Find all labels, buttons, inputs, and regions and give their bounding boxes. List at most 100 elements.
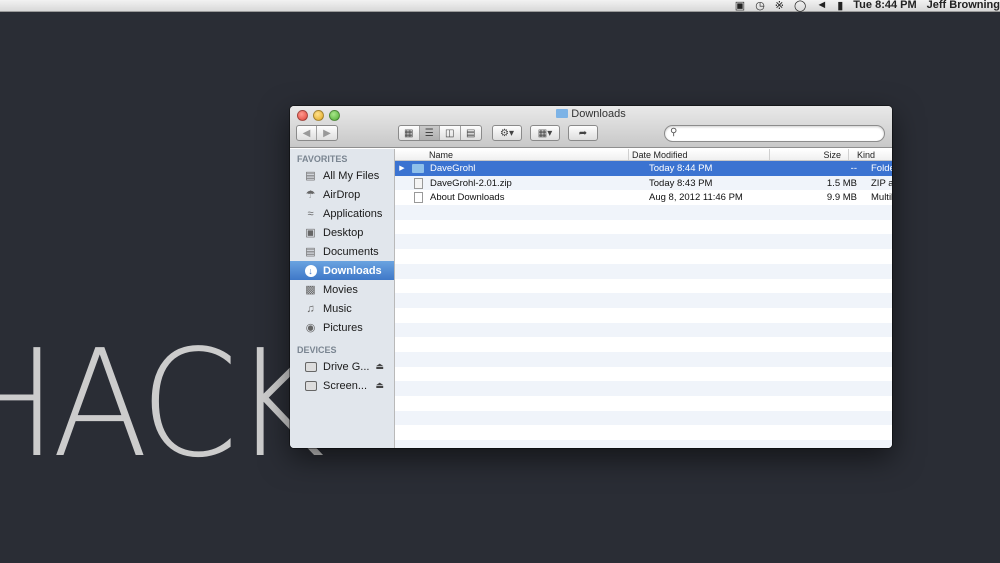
sidebar-item-screen[interactable]: Screen... ⏏ [290, 376, 394, 395]
search-field[interactable]: ⚲ [664, 125, 885, 142]
cover-flow-icon: ▤ [466, 127, 476, 139]
empty-row [395, 263, 892, 279]
file-name: DaveGrohl [430, 162, 476, 174]
view-mode-control: ▦ ☰ ◫ ▤ [398, 125, 482, 141]
file-name-cell: About Downloads [409, 192, 643, 204]
sidebar-devices-header: DEVICES [297, 345, 337, 355]
finder-window: Downloads ◀ ▶ ▦ ☰ ◫ ▤ ⚙▾ ▦▾ ➦ ⚲ FAVORITE… [290, 106, 892, 448]
menu-user[interactable]: Jeff Browning [927, 0, 1000, 11]
empty-row [395, 396, 892, 411]
file-row[interactable]: ▶ DaveGrohl Today 8:44 PM -- Folder [395, 161, 892, 176]
column-view-button[interactable]: ◫ [440, 126, 461, 140]
file-row[interactable]: DaveGrohl-2.01.zip Today 8:43 PM 1.5 MB … [395, 175, 892, 191]
empty-row [395, 425, 892, 440]
window-title-text: Downloads [571, 108, 626, 120]
movies-icon: ▩ [305, 284, 316, 296]
sidebar-item-airdrop[interactable]: ☂ AirDrop [290, 185, 394, 204]
file-size: -- [850, 162, 857, 174]
sidebar-item-label: Downloads [323, 264, 382, 277]
empty-row [395, 381, 892, 396]
empty-row [395, 410, 892, 426]
column-date-header[interactable]: Date Modified [629, 149, 770, 160]
document-icon [412, 192, 424, 204]
sidebar-item-movies[interactable]: ▩ Movies [290, 280, 394, 299]
file-name: About Downloads [430, 192, 505, 204]
sidebar-item-applications[interactable]: ≈ Applications [290, 204, 394, 223]
sidebar-item-label: Screen... [323, 379, 368, 392]
sidebar-item-desktop[interactable]: ▣ Desktop [290, 223, 394, 242]
column-header: Name Date Modified Size Kind [395, 149, 892, 161]
bluetooth-icon[interactable]: ※ [775, 0, 784, 12]
downloads-icon: ↓ [304, 264, 317, 277]
empty-row [395, 293, 892, 308]
file-kind: ZIP arch [871, 177, 892, 189]
music-icon: ♫ [306, 302, 315, 315]
icon-view-button[interactable]: ▦ [399, 126, 420, 140]
sidebar-item-pictures[interactable]: ◉ Pictures [290, 318, 394, 337]
sidebar-item-label: Movies [323, 283, 358, 296]
empty-row [395, 351, 892, 367]
volume-icon[interactable]: ◄ [816, 0, 827, 11]
desktop-icon: ▣ [305, 227, 316, 239]
battery-icon[interactable]: ▮ [837, 0, 843, 12]
menu-clock[interactable]: Tue 8:44 PM [853, 0, 916, 11]
applications-icon: ≈ [307, 207, 314, 220]
back-button[interactable]: ◀ [297, 126, 317, 140]
sidebar-item-label: AirDrop [323, 188, 361, 201]
sidebar-item-documents[interactable]: ▤ Documents [290, 242, 394, 261]
eject-icon[interactable]: ⏏ [375, 380, 384, 391]
window-title: Downloads [290, 108, 892, 120]
share-icon: ➦ [578, 127, 588, 139]
time-machine-icon[interactable]: ◷ [755, 0, 765, 12]
sidebar-item-all-my-files[interactable]: ▤ All My Files [290, 166, 394, 185]
back-forward-control: ◀ ▶ [296, 125, 338, 141]
sidebar-item-downloads[interactable]: ↓ Downloads [290, 261, 394, 280]
list-view-button[interactable]: ☰ [419, 126, 440, 140]
empty-row [395, 220, 892, 235]
menu-bar: ▣ ◷ ※ ◯ ◄ ▮ Tue 8:44 PM Jeff Browning [0, 0, 1000, 12]
empty-row [395, 205, 892, 220]
file-row[interactable]: About Downloads Aug 8, 2012 11:46 PM 9.9… [395, 190, 892, 205]
file-rows: ▶ DaveGrohl Today 8:44 PM -- Folder Dave… [395, 161, 892, 448]
file-list: Name Date Modified Size Kind ▶ DaveGrohl… [395, 149, 892, 448]
share-button[interactable]: ➦ [568, 125, 598, 141]
all-files-icon: ▤ [305, 170, 316, 182]
sidebar-favorites-header: FAVORITES [297, 154, 348, 164]
file-size: 1.5 MB [826, 177, 857, 189]
menu-bar-status-area: ▣ ◷ ※ ◯ ◄ ▮ Tue 8:44 PM Jeff Browning [735, 0, 1000, 12]
empty-row [395, 249, 892, 264]
title-bar[interactable]: Downloads ◀ ▶ ▦ ☰ ◫ ▤ ⚙▾ ▦▾ ➦ ⚲ [290, 106, 892, 148]
sidebar-item-drive-g[interactable]: Drive G... ⏏ [290, 357, 394, 376]
file-size: 9.9 MB [826, 192, 857, 204]
file-date: Today 8:43 PM [649, 177, 713, 189]
sidebar-item-label: Documents [323, 245, 379, 258]
search-icon: ⚲ [670, 127, 678, 138]
file-name: DaveGrohl-2.01.zip [430, 177, 512, 189]
column-name-header[interactable]: Name [395, 149, 629, 160]
eject-icon[interactable]: ⏏ [375, 361, 384, 372]
action-menu-button[interactable]: ⚙▾ [492, 125, 522, 141]
arrange-menu-button[interactable]: ▦▾ [530, 125, 560, 141]
empty-row [395, 337, 892, 352]
disclosure-triangle-icon[interactable]: ▶ [395, 164, 409, 172]
background-logo-text: HACK [0, 318, 325, 490]
grid-icon: ▦ [404, 127, 414, 139]
columns-icon: ◫ [445, 127, 455, 139]
wifi-icon[interactable]: ◯ [794, 0, 806, 12]
sidebar-item-music[interactable]: ♫ Music [290, 299, 394, 318]
list-icon: ☰ [424, 127, 434, 139]
display-mirror-icon[interactable]: ▣ [735, 0, 745, 12]
sidebar-item-label: Drive G... [323, 360, 370, 373]
search-input[interactable] [683, 127, 878, 140]
chevron-right-icon: ▶ [323, 127, 331, 139]
column-kind-header[interactable]: Kind [849, 149, 892, 160]
file-name-cell: DaveGrohl [409, 163, 643, 174]
forward-button[interactable]: ▶ [317, 126, 337, 140]
column-size-header[interactable]: Size [770, 149, 849, 160]
file-date: Aug 8, 2012 11:46 PM [649, 192, 743, 204]
folder-icon [556, 109, 569, 118]
zip-file-icon [412, 177, 424, 189]
file-name-cell: DaveGrohl-2.01.zip [409, 177, 643, 189]
drive-icon [304, 379, 317, 392]
cover-flow-button[interactable]: ▤ [461, 126, 481, 140]
